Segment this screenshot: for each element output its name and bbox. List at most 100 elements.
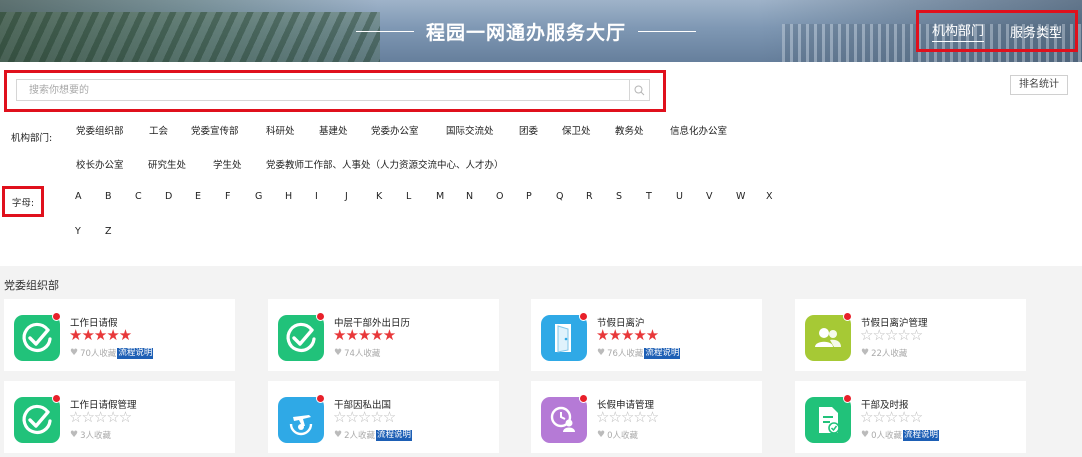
check-circle-icon[interactable] xyxy=(14,315,60,361)
rating-stars: ★★★★★ xyxy=(69,326,132,344)
card-meta: ♥ 0人收藏 流程说明 xyxy=(861,429,940,441)
favorites-count: 2人收藏 xyxy=(344,431,375,441)
dept-filter-item-6[interactable]: 国际交流处 xyxy=(446,123,494,137)
search-input[interactable] xyxy=(17,80,629,100)
letter-filter-9[interactable]: J xyxy=(345,191,348,202)
dept-filter-item-r2-3[interactable]: 党委教师工作部、人事处（人力资源交流中心、人才办） xyxy=(266,157,504,171)
letter-filter-21[interactable]: V xyxy=(706,191,713,202)
heart-icon[interactable]: ♥ xyxy=(334,430,342,440)
rating-stars: ☆☆☆☆☆ xyxy=(596,408,659,426)
notification-dot xyxy=(843,312,852,321)
rating-stars: ☆☆☆☆☆ xyxy=(333,408,396,426)
letter-filter-17[interactable]: R xyxy=(586,191,593,202)
check-circle-icon-glyph xyxy=(22,322,52,352)
letter-filter-3[interactable]: D xyxy=(165,191,172,202)
clock-user-icon-glyph xyxy=(550,406,575,432)
letter-filter-r2-0[interactable]: Y xyxy=(75,226,81,237)
dept-filter-item-10[interactable]: 信息化办公室 xyxy=(670,123,727,137)
dept-filter-item-r2-2[interactable]: 学生处 xyxy=(213,157,242,171)
nav-tab-departments[interactable]: 机构部门 xyxy=(931,20,984,42)
card-meta: ♥ 70人收藏 流程说明 xyxy=(70,347,154,359)
dept-filter-item-3[interactable]: 科研处 xyxy=(266,123,295,137)
letter-filter-5[interactable]: F xyxy=(225,191,230,202)
notification-dot xyxy=(316,394,325,403)
heart-icon[interactable]: ♥ xyxy=(597,348,605,358)
letter-filter-6[interactable]: G xyxy=(255,191,262,202)
heart-icon[interactable]: ♥ xyxy=(334,348,342,358)
service-card[interactable]: 干部因私出国 ☆☆☆☆☆ ♥ 2人收藏 流程说明 xyxy=(268,381,499,453)
document-report-icon[interactable] xyxy=(805,397,851,443)
letter-filter-7[interactable]: H xyxy=(285,191,292,202)
airplane-globe-icon[interactable] xyxy=(278,397,324,443)
letter-filter-18[interactable]: S xyxy=(616,191,622,202)
letter-filter-r2-1[interactable]: Z xyxy=(105,226,112,237)
service-card[interactable]: 中层干部外出日历 ★★★★★ ♥ 74人收藏 xyxy=(268,299,499,371)
heart-icon[interactable]: ♥ xyxy=(861,348,869,358)
letter-filter-4[interactable]: E xyxy=(195,191,201,202)
card-meta: ♥ 74人收藏 xyxy=(334,347,380,359)
letter-filter-13[interactable]: N xyxy=(466,191,473,202)
rank-stats-button[interactable]: 排名统计 xyxy=(1010,75,1068,95)
service-card[interactable]: 节假日离沪 ★★★★★ ♥ 76人收藏 流程说明 xyxy=(531,299,762,371)
letter-filter-19[interactable]: T xyxy=(646,191,652,202)
letter-filter-14[interactable]: O xyxy=(496,191,503,202)
nav-tab-service-types[interactable]: 服务类型 xyxy=(1010,22,1062,41)
favorites-count: 76人收藏 xyxy=(607,349,644,359)
search-bar xyxy=(16,79,650,101)
clock-user-icon[interactable] xyxy=(541,397,587,443)
dept-filter-item-2[interactable]: 党委宣传部 xyxy=(191,123,239,137)
letter-filter-23[interactable]: X xyxy=(766,191,773,202)
heart-icon[interactable]: ♥ xyxy=(70,348,78,358)
service-card[interactable]: 长假申请管理 ☆☆☆☆☆ ♥ 0人收藏 xyxy=(531,381,762,453)
heart-icon[interactable]: ♥ xyxy=(70,430,78,440)
heart-icon[interactable]: ♥ xyxy=(861,430,869,440)
card-meta: ♥ 22人收藏 xyxy=(861,347,907,359)
search-button[interactable] xyxy=(629,80,649,100)
rating-stars: ★★★★★ xyxy=(596,326,659,344)
card-meta: ♥ 76人收藏 流程说明 xyxy=(597,347,681,359)
users-icon[interactable] xyxy=(805,315,851,361)
favorites-count: 0人收藏 xyxy=(871,431,902,441)
process-guide-link[interactable]: 流程说明 xyxy=(903,429,940,441)
top-nav: 机构部门 服务类型 xyxy=(916,10,1078,52)
service-card[interactable]: 工作日请假 ★★★★★ ♥ 70人收藏 流程说明 xyxy=(4,299,235,371)
dept-filter-item-5[interactable]: 党委办公室 xyxy=(371,123,419,137)
notification-dot xyxy=(52,312,61,321)
document-report-icon-glyph xyxy=(819,407,840,434)
letter-filter-8[interactable]: I xyxy=(315,191,318,202)
letter-filter-15[interactable]: P xyxy=(526,191,532,202)
process-guide-link[interactable]: 流程说明 xyxy=(376,429,413,441)
notification-dot xyxy=(579,312,588,321)
letter-filter-11[interactable]: L xyxy=(406,191,411,202)
dept-filter-item-7[interactable]: 团委 xyxy=(519,123,538,137)
letter-filter-10[interactable]: K xyxy=(376,191,382,202)
dept-filter-item-r2-0[interactable]: 校长办公室 xyxy=(76,157,124,171)
letter-filter-20[interactable]: U xyxy=(676,191,683,202)
service-card[interactable]: 工作日请假管理 ☆☆☆☆☆ ♥ 3人收藏 xyxy=(4,381,235,453)
service-card[interactable]: 节假日离沪管理 ☆☆☆☆☆ ♥ 22人收藏 xyxy=(795,299,1026,371)
letter-filter-label-highlight: 字母: xyxy=(2,186,44,217)
letter-filter-2[interactable]: C xyxy=(135,191,142,202)
letter-filter-12[interactable]: M xyxy=(436,191,444,202)
dept-filter-item-1[interactable]: 工会 xyxy=(149,123,168,137)
check-circle-icon[interactable] xyxy=(14,397,60,443)
door-exit-icon-glyph xyxy=(555,324,571,353)
dept-filter-item-0[interactable]: 党委组织部 xyxy=(76,123,124,137)
door-exit-icon[interactable] xyxy=(541,315,587,361)
dept-filter-item-r2-1[interactable]: 研究生处 xyxy=(148,157,186,171)
dept-filter-item-8[interactable]: 保卫处 xyxy=(562,123,591,137)
check-circle-icon[interactable] xyxy=(278,315,324,361)
letter-filter-0[interactable]: A xyxy=(75,191,82,202)
letter-filter-16[interactable]: Q xyxy=(556,191,563,202)
dept-filter-item-9[interactable]: 教务处 xyxy=(615,123,644,137)
letter-filter-1[interactable]: B xyxy=(105,191,112,202)
letter-filter-22[interactable]: W xyxy=(736,191,745,202)
process-guide-link[interactable]: 流程说明 xyxy=(117,347,154,359)
card-meta: ♥ 0人收藏 xyxy=(597,429,638,441)
heart-icon[interactable]: ♥ xyxy=(597,430,605,440)
service-card[interactable]: 干部及时报 ☆☆☆☆☆ ♥ 0人收藏 流程说明 xyxy=(795,381,1026,453)
process-guide-link[interactable]: 流程说明 xyxy=(644,347,681,359)
airplane-globe-icon-glyph xyxy=(289,415,313,436)
dept-filter-item-4[interactable]: 基建处 xyxy=(319,123,348,137)
search-icon xyxy=(634,85,645,95)
